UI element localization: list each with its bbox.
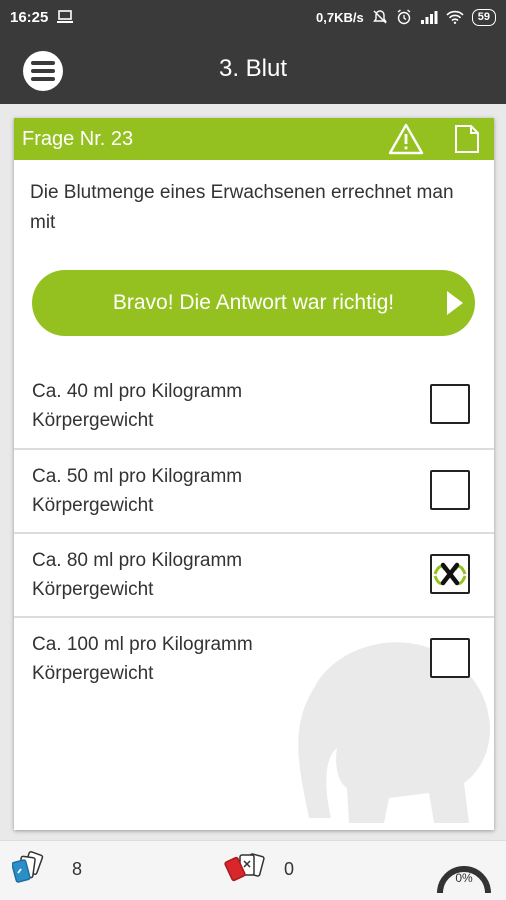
answer-option-4[interactable]: Ca. 100 ml pro Kilogramm Körpergewicht — [14, 616, 494, 700]
warning-triangle-icon[interactable] — [388, 123, 424, 155]
answer-text: Ca. 100 ml pro Kilogramm Körpergewicht — [32, 634, 253, 684]
answer-list: Ca. 40 ml pro Kilogramm Körpergewicht Ca… — [14, 364, 494, 700]
feedback-next-button[interactable]: Bravo! Die Antwort war richtig! — [32, 270, 475, 336]
hamburger-icon[interactable] — [23, 51, 63, 91]
answer-checkbox[interactable] — [430, 384, 470, 424]
question-card: Frage Nr. 23 Die Blutmenge eines Erwachs… — [14, 118, 494, 830]
answer-checkbox[interactable] — [430, 470, 470, 510]
document-icon[interactable] — [454, 124, 480, 154]
app-bar: 3. Blut — [0, 34, 506, 104]
wrong-stat[interactable]: 0 — [224, 851, 294, 887]
answer-option-3[interactable]: Ca. 80 ml pro Kilogramm Körpergewicht — [14, 532, 494, 616]
question-number: Frage Nr. 23 — [22, 127, 134, 150]
status-bar: 16:25 0,7KB/s 59 — [0, 0, 506, 34]
answer-checkbox[interactable] — [430, 638, 470, 678]
wrong-count: 0 — [284, 858, 295, 879]
learned-count: 8 — [72, 858, 83, 879]
learned-cards-icon — [12, 851, 44, 883]
status-time: 16:25 — [10, 8, 49, 26]
answer-text: Ca. 40 ml pro Kilogramm Körpergewicht — [32, 381, 243, 431]
answer-checkbox-checked[interactable] — [430, 554, 470, 594]
bottom-bar: 8 0 0% — [0, 840, 506, 900]
page-title: 3. Blut — [218, 55, 288, 82]
wifi-icon — [446, 10, 464, 24]
network-speed: 0,7KB/s — [316, 9, 364, 25]
answer-option-2[interactable]: Ca. 50 ml pro Kilogramm Körpergewicht — [14, 448, 494, 532]
alarm-icon — [397, 9, 411, 25]
play-arrow-icon — [447, 291, 463, 315]
signal-icon — [420, 11, 438, 24]
question-header: Frage Nr. 23 — [14, 118, 494, 160]
battery-indicator: 59 — [471, 8, 496, 26]
answer-text: Ca. 80 ml pro Kilogramm Körpergewicht — [32, 550, 243, 600]
answer-text: Ca. 50 ml pro Kilogramm Körpergewicht — [32, 466, 243, 516]
progress-percent: 0% — [455, 871, 473, 885]
notifications-off-icon — [372, 10, 387, 24]
feedback-label: Bravo! Die Antwort war richtig! — [112, 291, 395, 314]
progress-gauge[interactable]: 0% — [434, 849, 494, 895]
laptop-icon — [57, 10, 74, 23]
learned-stat[interactable]: 8 — [12, 851, 82, 887]
checked-x-mark-icon — [433, 562, 467, 586]
wrong-cards-icon — [224, 853, 265, 882]
answer-option-1[interactable]: Ca. 40 ml pro Kilogramm Körpergewicht — [14, 364, 494, 448]
